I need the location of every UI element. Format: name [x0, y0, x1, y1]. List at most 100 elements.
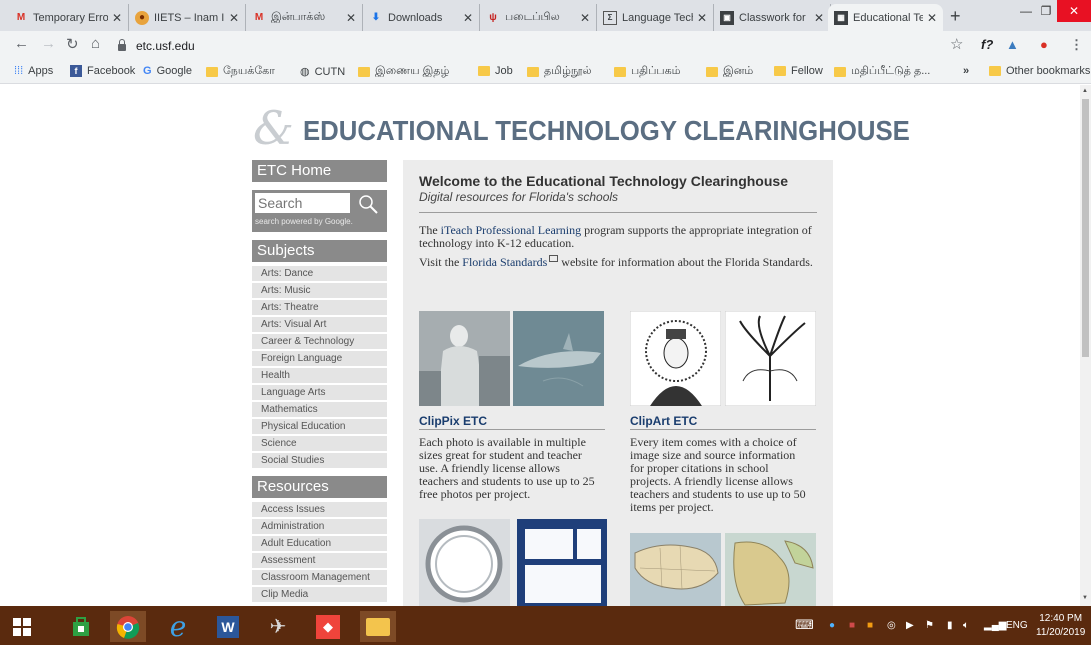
tab-padaippu[interactable]: ψ படைப்பில ✕	[480, 4, 597, 31]
subject-link[interactable]: Foreign Language	[252, 351, 387, 366]
tab-downloads[interactable]: ⬇ Downloads ✕	[363, 4, 480, 31]
tray-app-icon[interactable]: ▶	[906, 620, 914, 631]
close-tab-icon[interactable]: ✕	[346, 11, 356, 25]
store-app-button[interactable]	[63, 611, 99, 642]
tray-app-icon[interactable]: ■	[867, 620, 873, 631]
keyboard-icon[interactable]: ⌨	[795, 617, 814, 633]
flower-engraving-image[interactable]	[724, 310, 817, 407]
extension-f-icon[interactable]: f?	[981, 37, 993, 52]
close-tab-icon[interactable]: ✕	[697, 11, 707, 25]
start-button[interactable]	[4, 611, 40, 642]
etc-home-link[interactable]: ETC Home	[252, 160, 387, 182]
anydesk-app-button[interactable]: ◆	[310, 611, 346, 642]
subject-link[interactable]: Social Studies	[252, 453, 387, 468]
scroll-down-icon[interactable]: ▼	[1082, 595, 1088, 601]
menu-icon[interactable]: ⋮	[1070, 37, 1083, 53]
bookmark-folder-5[interactable]: இனம்	[706, 65, 753, 79]
subject-link[interactable]: Mathematics	[252, 402, 387, 417]
search-input[interactable]	[255, 193, 350, 213]
close-tab-icon[interactable]: ✕	[229, 11, 239, 25]
tab-educational-tech[interactable]: ▦ Educational Tec ✕	[828, 4, 943, 31]
resource-link[interactable]: Classroom Management	[252, 570, 387, 585]
us-map-image[interactable]	[630, 533, 721, 606]
elizabeth-engraving-image[interactable]	[629, 310, 722, 407]
clippix-title-link[interactable]: ClipPix ETC	[419, 414, 487, 428]
tab-classwork[interactable]: ▣ Classwork for ✕	[714, 4, 831, 31]
tray-app-icon[interactable]: ◎	[887, 620, 896, 631]
scroll-thumb[interactable]	[1082, 99, 1089, 357]
tab-iiets[interactable]: ● IIETS – Inam Int ✕	[129, 4, 246, 31]
resource-link[interactable]: Adult Education	[252, 536, 387, 551]
clock[interactable]: 12:40 PM 11/20/2019	[1036, 612, 1085, 640]
close-tab-icon[interactable]: ✕	[927, 11, 937, 25]
lincoln-statue-photo[interactable]	[419, 311, 510, 406]
word-app-button[interactable]: W	[210, 611, 246, 642]
close-tab-icon[interactable]: ✕	[112, 11, 122, 25]
chrome-app-button[interactable]	[110, 611, 146, 642]
bookmark-folder-3[interactable]: தமிழ்நூல்	[527, 65, 592, 79]
flag-icon[interactable]: ⚑	[925, 620, 934, 631]
network-icon[interactable]: ▂▄▆	[984, 620, 1006, 631]
file-explorer-button[interactable]	[360, 611, 396, 642]
new-tab-button[interactable]: +	[950, 6, 961, 27]
extension-drive-icon[interactable]: ▲	[1006, 37, 1019, 52]
bookmark-folder-4[interactable]: பதிப்பகம்	[614, 65, 680, 79]
window-frame-image[interactable]	[517, 519, 607, 606]
bookmark-fellow[interactable]: Fellow	[774, 65, 823, 77]
resource-link[interactable]: Clip Media	[252, 587, 387, 602]
site-logo[interactable]: & EDUCATIONAL TECHNOLOGY CLEARINGHOUSE	[253, 101, 910, 157]
battery-icon[interactable]: ▮	[947, 620, 953, 631]
subject-link[interactable]: Physical Education	[252, 419, 387, 434]
tray-app-icon[interactable]: ●	[829, 620, 835, 631]
shark-photo[interactable]	[513, 311, 604, 406]
tab-language-tech[interactable]: Σ Language Tech ✕	[597, 4, 714, 31]
address-bar[interactable]: etc.usf.edu	[112, 35, 972, 57]
close-tab-icon[interactable]: ✕	[814, 11, 824, 25]
page-scrollbar[interactable]: ▲ ▼	[1080, 85, 1091, 606]
bookmark-cutn[interactable]: ◍ CUTN	[300, 65, 345, 79]
language-indicator[interactable]: ENG	[1006, 620, 1028, 631]
world-map-image[interactable]	[725, 533, 816, 606]
florida-standards-link[interactable]: Florida Standards	[462, 255, 547, 269]
subject-link[interactable]: Language Arts	[252, 385, 387, 400]
subject-link[interactable]: Arts: Dance	[252, 266, 387, 281]
back-icon[interactable]: ←	[14, 35, 29, 52]
bookmark-facebook[interactable]: f Facebook	[70, 65, 135, 77]
subject-link[interactable]: Arts: Visual Art	[252, 317, 387, 332]
bookmarks-overflow-button[interactable]: »	[963, 65, 969, 77]
bookmark-folder-1[interactable]: நேயக்கோ	[206, 65, 275, 79]
forward-icon[interactable]: →	[41, 35, 56, 52]
subject-link[interactable]: Career & Technology	[252, 334, 387, 349]
bookmark-folder-2[interactable]: இணைய இதழ்	[358, 65, 449, 79]
bookmark-folder-6[interactable]: மதிப்பீட்டுத் த...	[834, 65, 930, 79]
bookmark-apps[interactable]: ⁞⁞⁞ Apps	[14, 65, 53, 77]
media-app-button[interactable]: ✈	[260, 611, 296, 642]
ie-app-button[interactable]: e	[160, 610, 196, 643]
clipart-title-link[interactable]: ClipArt ETC	[630, 414, 697, 428]
close-window-icon[interactable]: ✕	[1057, 0, 1091, 22]
reload-icon[interactable]: ↻	[66, 35, 79, 53]
subject-link[interactable]: Arts: Music	[252, 283, 387, 298]
resource-link[interactable]: Assessment	[252, 553, 387, 568]
tray-app-icon[interactable]: ■	[849, 620, 855, 631]
iteach-link[interactable]: iTeach Professional Learning	[441, 223, 581, 237]
ornamental-frame-image[interactable]	[419, 519, 510, 606]
other-bookmarks[interactable]: Other bookmarks	[989, 65, 1090, 77]
subject-link[interactable]: Science	[252, 436, 387, 451]
volume-icon[interactable]: 🔈︎	[963, 620, 969, 631]
scroll-up-icon[interactable]: ▲	[1082, 88, 1088, 94]
profile-avatar-icon[interactable]: ●	[1040, 37, 1048, 52]
tab-inbox[interactable]: M இன்பாக்ஸ் ✕	[246, 4, 363, 31]
bookmark-job[interactable]: Job	[478, 65, 513, 77]
close-tab-icon[interactable]: ✕	[580, 11, 590, 25]
bookmark-star-icon[interactable]: ☆	[950, 35, 963, 53]
close-tab-icon[interactable]: ✕	[463, 11, 473, 25]
resource-link[interactable]: Administration	[252, 519, 387, 534]
bookmark-google[interactable]: G Google	[143, 65, 192, 77]
subject-link[interactable]: Health	[252, 368, 387, 383]
resource-link[interactable]: Access Issues	[252, 502, 387, 517]
search-button[interactable]	[352, 192, 384, 216]
subject-link[interactable]: Arts: Theatre	[252, 300, 387, 315]
tab-temporary-error[interactable]: M Temporary Erro ✕	[8, 4, 129, 31]
home-icon[interactable]: ⌂	[91, 35, 100, 52]
